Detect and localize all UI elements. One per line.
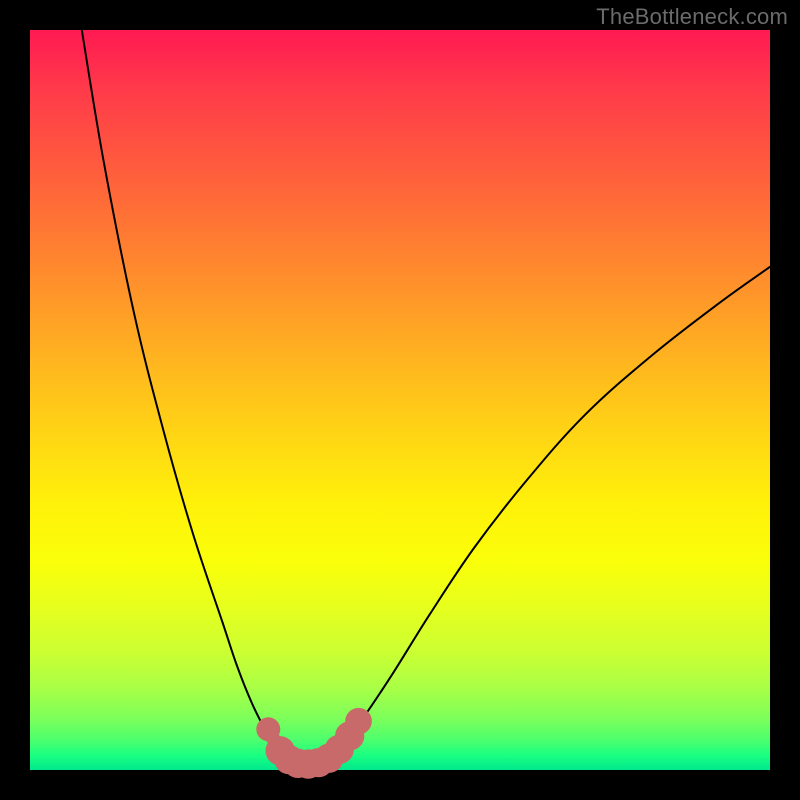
chart-plot-area: [30, 30, 770, 770]
marker-group: [256, 708, 372, 779]
chart-frame: TheBottleneck.com: [0, 0, 800, 800]
valley-marker: [345, 708, 372, 735]
bottleneck-curve: [82, 30, 770, 764]
chart-svg: [30, 30, 770, 770]
curve-group: [82, 30, 770, 764]
watermark-text: TheBottleneck.com: [596, 4, 788, 30]
